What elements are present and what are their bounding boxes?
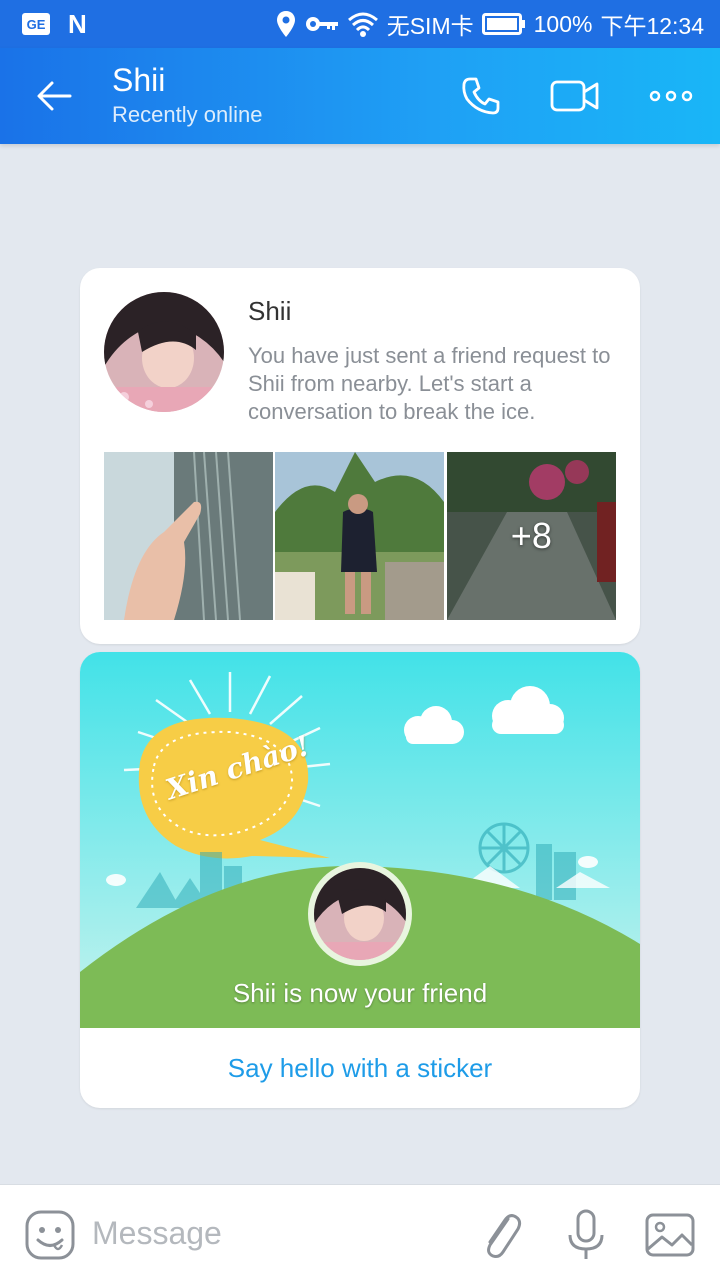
more-photos-count: +8 xyxy=(510,515,552,556)
back-button[interactable] xyxy=(30,74,78,118)
attach-button[interactable] xyxy=(478,1209,526,1261)
send-sticker-link[interactable]: Say hello with a sticker xyxy=(80,1028,640,1108)
emoji-button[interactable] xyxy=(24,1209,76,1261)
n-notification-icon: N xyxy=(68,9,87,39)
more-options-button[interactable] xyxy=(646,72,696,120)
request-name: Shii xyxy=(248,296,292,326)
ge-badge-icon: GE xyxy=(22,13,50,35)
contact-status: Recently online xyxy=(112,102,263,127)
friend-request-card: Shii You have just sent a friend request… xyxy=(80,268,640,644)
message-input[interactable] xyxy=(92,1209,452,1257)
video-call-button[interactable] xyxy=(550,72,600,120)
friend-avatar[interactable] xyxy=(314,868,406,960)
sim-status: 无SIM卡 xyxy=(386,13,474,39)
chat-header: Shii Recently online xyxy=(0,48,720,144)
photo-thumbnail[interactable] xyxy=(104,452,273,620)
send-image-button[interactable] xyxy=(644,1209,696,1261)
wifi-icon xyxy=(347,12,378,37)
video-camera-icon xyxy=(550,80,599,112)
photo-thumbnail[interactable]: +8 xyxy=(446,452,616,620)
request-message: You have just sent a friend request to S… xyxy=(248,343,611,424)
message-composer xyxy=(0,1184,720,1280)
hello-banner-illustration xyxy=(80,652,640,1028)
image-icon xyxy=(645,1213,695,1257)
new-friend-card: Xin chào! Shii is now your friend Say he… xyxy=(80,652,640,1108)
phone-icon xyxy=(462,77,500,115)
avatar[interactable] xyxy=(104,292,224,412)
clock: 下午12:34 xyxy=(600,13,704,39)
microphone-icon xyxy=(568,1209,604,1259)
battery-percent: 100% xyxy=(533,10,593,37)
back-arrow-icon xyxy=(37,81,72,111)
location-icon xyxy=(276,11,295,37)
status-bar: GE N 无SIM卡 100% 下午12:34 xyxy=(0,0,720,48)
photo-thumbnail[interactable] xyxy=(275,452,445,620)
photo-strip: +8 xyxy=(104,452,616,620)
contact-name: Shii xyxy=(112,62,166,98)
emoji-icon xyxy=(25,1210,75,1260)
more-dots-icon xyxy=(649,90,693,102)
voice-call-button[interactable] xyxy=(456,72,506,120)
friend-status-text: Shii is now your friend xyxy=(232,978,488,1008)
battery-icon xyxy=(481,13,525,35)
contact-title[interactable]: Shii Recently online xyxy=(112,60,262,130)
key-icon xyxy=(305,17,338,31)
paperclip-icon xyxy=(487,1214,522,1258)
voice-record-button[interactable] xyxy=(562,1207,610,1263)
